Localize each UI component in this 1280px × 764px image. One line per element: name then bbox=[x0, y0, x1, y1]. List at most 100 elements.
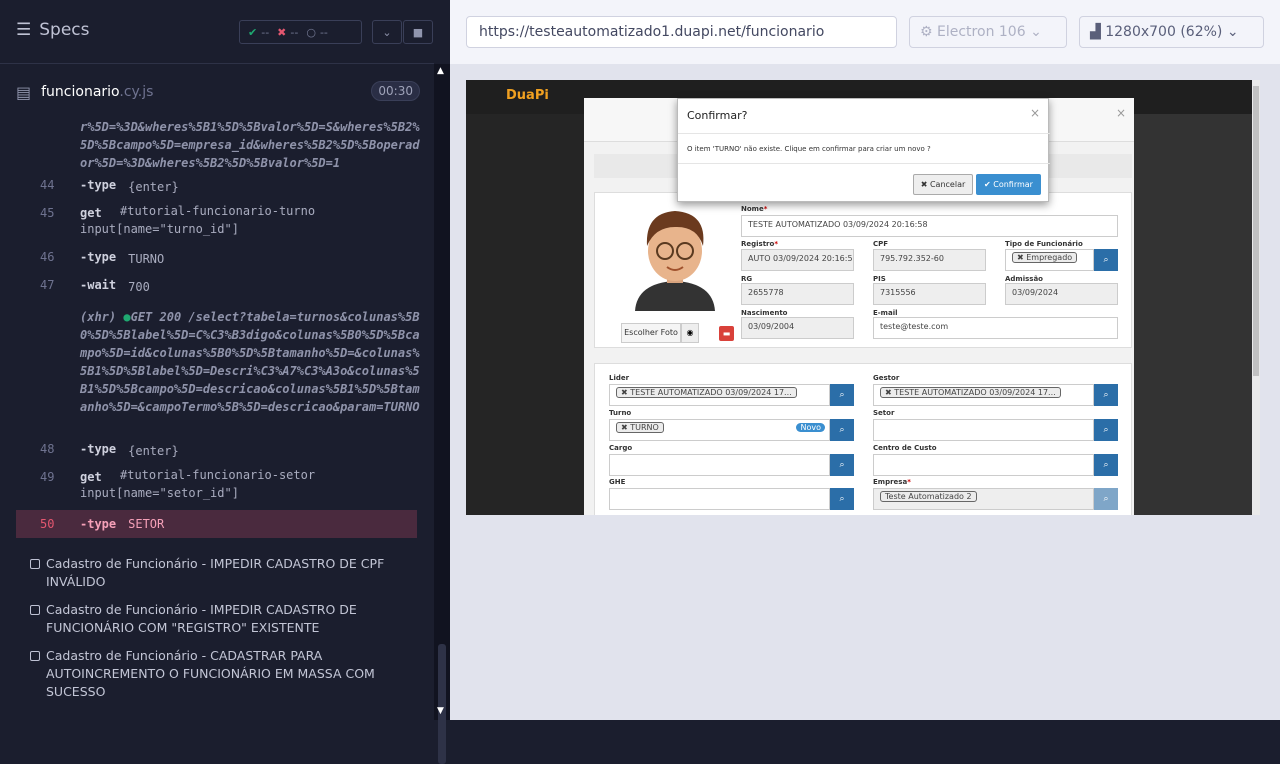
lider-select[interactable]: ✖ TESTE AUTOMATIZADO 03/09/2024 17... bbox=[609, 384, 830, 406]
command-row-active[interactable]: 50 -type SETOR bbox=[16, 510, 417, 538]
search-icon[interactable]: ⌕ bbox=[1094, 384, 1118, 406]
command-row[interactable]: 47 -wait 700 bbox=[16, 278, 420, 296]
turno-label: Turno bbox=[609, 409, 632, 417]
gestor-select[interactable]: ✖ TESTE AUTOMATIZADO 03/09/2024 17... bbox=[873, 384, 1094, 406]
command-number: 48 bbox=[40, 442, 55, 456]
command-message: #tutorial-funcionario-turno input[name="… bbox=[80, 204, 316, 236]
file-basename: funcionario bbox=[41, 84, 120, 100]
browser-selector[interactable]: ⚙ Electron 106 ⌄ bbox=[909, 16, 1067, 48]
camera-icon[interactable]: ◉ bbox=[681, 323, 699, 343]
search-icon[interactable]: ⌕ bbox=[1094, 249, 1118, 271]
search-icon[interactable]: ⌕ bbox=[1094, 454, 1118, 476]
pending-icon: ○ bbox=[306, 25, 316, 39]
trash-icon[interactable]: ▬ bbox=[719, 326, 734, 341]
command-row[interactable]: 49 get #tutorial-funcionario-setor input… bbox=[16, 468, 420, 502]
nascimento-input[interactable]: 03/09/2004 bbox=[741, 317, 854, 339]
search-icon[interactable]: ⌕ bbox=[830, 454, 854, 476]
command-number: 50 bbox=[40, 517, 55, 531]
pis-label: PIS bbox=[873, 275, 886, 283]
nome-input[interactable]: TESTE AUTOMATIZADO 03/09/2024 20:16:58 bbox=[741, 215, 1118, 237]
app-scrollbar[interactable] bbox=[1252, 80, 1260, 515]
spec-file-bar: ▤ funcionario.cy.js 00:30 bbox=[16, 78, 420, 106]
command-row[interactable]: 45 get #tutorial-funcionario-turno input… bbox=[16, 204, 420, 238]
search-icon[interactable]: ⌕ bbox=[830, 488, 854, 510]
close-icon[interactable]: × bbox=[1030, 106, 1040, 120]
turno-tag[interactable]: ✖ TURNO bbox=[616, 422, 664, 433]
close-icon[interactable]: × bbox=[1116, 106, 1126, 120]
tipo-select[interactable]: ✖ Empregado bbox=[1005, 249, 1094, 271]
registro-label: Registro* bbox=[741, 240, 778, 248]
stop-icon[interactable]: ■ bbox=[403, 20, 433, 44]
scroll-thumb[interactable] bbox=[1253, 86, 1259, 376]
gestor-tag[interactable]: ✖ TESTE AUTOMATIZADO 03/09/2024 17... bbox=[880, 387, 1061, 398]
cargo-input[interactable] bbox=[609, 454, 830, 476]
command-number: 49 bbox=[40, 470, 55, 484]
search-icon[interactable]: ⌕ bbox=[830, 384, 854, 406]
test-item[interactable]: Cadastro de Funcionário - IMPEDIR CADAST… bbox=[30, 555, 410, 591]
cpf-input[interactable]: 795.792.352-60 bbox=[873, 249, 986, 271]
command-log: r%5D=%3D&wheres%5B1%5D%5Bvalor%5D=S&wher… bbox=[16, 118, 420, 538]
registro-input[interactable]: AUTO 03/09/2024 20:16:58 bbox=[741, 249, 854, 271]
command-name: -type bbox=[80, 442, 117, 456]
search-icon[interactable]: ⌕ bbox=[1094, 419, 1118, 441]
empresa-select[interactable]: Teste Automatizado 2 bbox=[873, 488, 1094, 510]
xhr-row[interactable]: (xhr) ●GET 200 /select?tabela=turnos&col… bbox=[16, 308, 420, 416]
test-item[interactable]: Cadastro de Funcionário - IMPEDIR CADAST… bbox=[30, 601, 410, 637]
aut-header: https://testeautomatizado1.duapi.net/fun… bbox=[450, 0, 1280, 64]
avatar bbox=[635, 211, 715, 311]
lider-tag[interactable]: ✖ TESTE AUTOMATIZADO 03/09/2024 17... bbox=[616, 387, 797, 398]
nome-label: Nome* bbox=[741, 205, 768, 213]
command-name: get bbox=[80, 470, 102, 484]
command-number: 47 bbox=[40, 278, 55, 292]
confirm-dialog: Confirmar? × O item 'TURNO' não existe. … bbox=[677, 98, 1050, 202]
test-title: Cadastro de Funcionário - CADASTRAR PARA… bbox=[46, 648, 375, 699]
centro-input[interactable] bbox=[873, 454, 1094, 476]
confirm-title: Confirmar? bbox=[687, 109, 748, 122]
command-number: 46 bbox=[40, 250, 55, 264]
close-icon: ✖ bbox=[920, 180, 928, 189]
app-iframe: DuaPi × Escolher Foto ◉ ▬ Nome* TESTE AU… bbox=[466, 80, 1260, 515]
empresa-label: Empresa* bbox=[873, 478, 911, 486]
chevron-down-icon: ⌄ bbox=[1226, 24, 1239, 40]
specs-toggle[interactable]: ☰ Specs bbox=[16, 20, 90, 40]
confirm-button[interactable]: ✔ Confirmar bbox=[976, 174, 1041, 195]
pending-count: -- bbox=[319, 25, 328, 39]
gear-icon: ⚙ bbox=[920, 24, 933, 40]
test-title: Cadastro de Funcionário - IMPEDIR CADAST… bbox=[46, 556, 385, 589]
file-ext: .cy.js bbox=[119, 84, 154, 100]
search-icon[interactable]: ⌕ bbox=[1094, 488, 1118, 510]
pis-input[interactable]: 7315556 bbox=[873, 283, 986, 305]
chevron-down-icon[interactable]: ⌄ bbox=[372, 20, 402, 44]
scroll-thumb[interactable] bbox=[438, 644, 446, 764]
command-row[interactable]: 44 -type {enter} bbox=[16, 178, 420, 196]
file-icon: ▤ bbox=[16, 82, 32, 102]
confirm-message: O item 'TURNO' não existe. Clique em con… bbox=[687, 145, 931, 153]
rg-input[interactable]: 2655778 bbox=[741, 283, 854, 305]
cancel-label: Cancelar bbox=[929, 180, 966, 189]
setor-input[interactable] bbox=[873, 419, 1094, 441]
command-message: #tutorial-funcionario-setor input[name="… bbox=[80, 468, 316, 500]
status-dot-icon: ● bbox=[123, 310, 131, 324]
url-bar[interactable]: https://testeautomatizado1.duapi.net/fun… bbox=[466, 16, 897, 48]
command-row[interactable]: 48 -type {enter} bbox=[16, 442, 420, 460]
file-name[interactable]: funcionario.cy.js bbox=[41, 84, 153, 100]
cancel-button[interactable]: ✖ Cancelar bbox=[913, 174, 973, 195]
command-number: 44 bbox=[40, 178, 55, 192]
viewport-info[interactable]: ▟ 1280x700 (62%) ⌄ bbox=[1079, 16, 1264, 48]
search-icon[interactable]: ⌕ bbox=[830, 419, 854, 441]
specs-header: ☰ Specs ✔ -- ✖ -- ○ -- ⌄ ■ bbox=[0, 0, 434, 64]
email-input[interactable]: teste@teste.com bbox=[873, 317, 1118, 339]
scroll-up-icon[interactable]: ▲ bbox=[437, 66, 444, 76]
tipo-tag[interactable]: ✖ Empregado bbox=[1012, 252, 1078, 263]
command-log-scrollbar[interactable]: ▲ ▼ bbox=[434, 64, 450, 764]
ghe-input[interactable] bbox=[609, 488, 830, 510]
command-row[interactable]: 46 -type TURNO bbox=[16, 250, 420, 268]
turno-select[interactable]: ✖ TURNO Novo bbox=[609, 419, 830, 441]
choose-photo-button[interactable]: Escolher Foto bbox=[621, 323, 681, 343]
passed-count: -- bbox=[261, 25, 270, 39]
scroll-down-icon[interactable]: ▼ bbox=[437, 706, 444, 716]
test-item[interactable]: Cadastro de Funcionário - CADASTRAR PARA… bbox=[30, 647, 410, 701]
admissao-input[interactable]: 03/09/2024 bbox=[1005, 283, 1118, 305]
command-number: 45 bbox=[40, 206, 55, 220]
empresa-tag: Teste Automatizado 2 bbox=[880, 491, 977, 502]
